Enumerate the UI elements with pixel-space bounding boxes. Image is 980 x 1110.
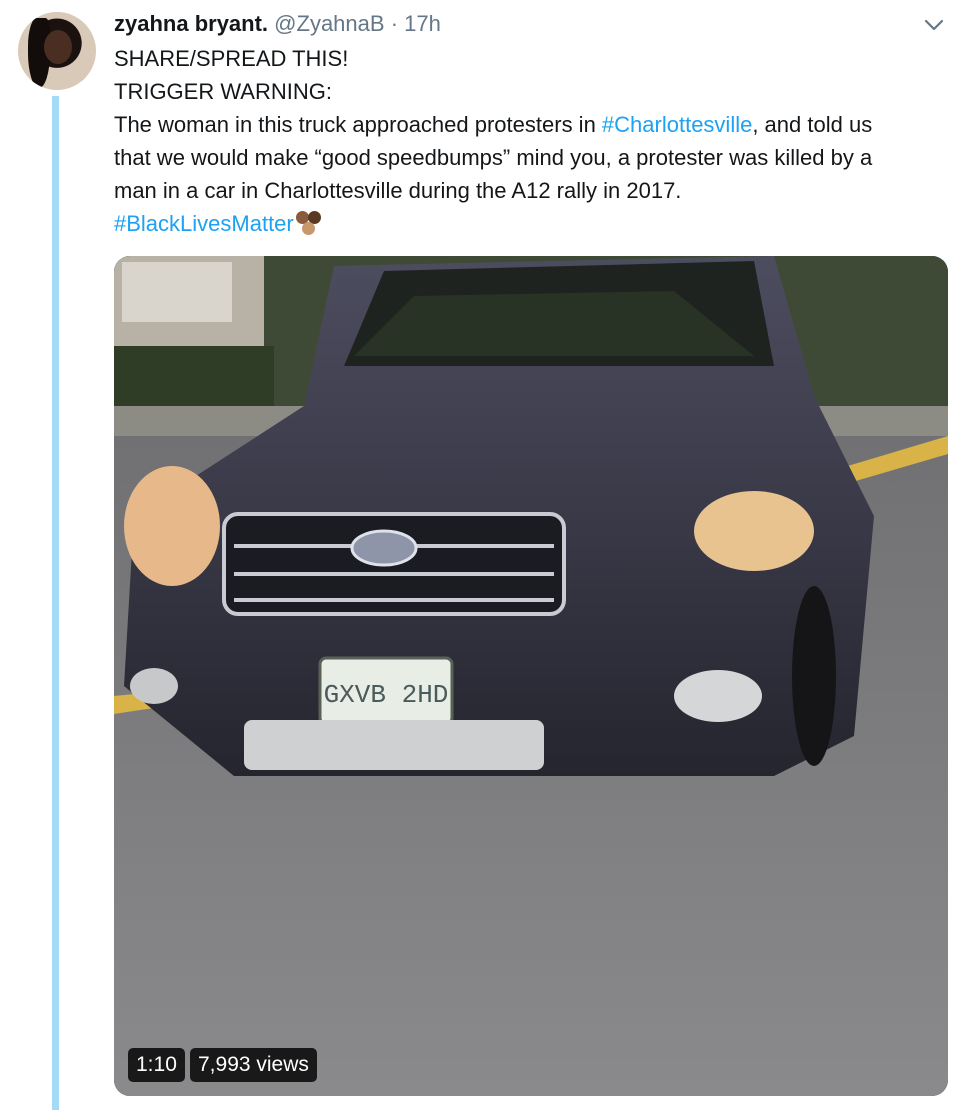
hashtag-blacklivesmatter[interactable]: #BlackLivesMatter <box>114 211 294 236</box>
tweet-line-3-end: , and told us <box>752 112 873 137</box>
tweet-header: zyahna bryant. @ZyahnaB · 17h <box>114 10 441 38</box>
video-views-badge: 7,993 views <box>190 1048 317 1082</box>
tweet-line-4: that we would make “good speedbumps” min… <box>114 145 873 170</box>
user-handle[interactable]: @ZyahnaB <box>274 11 384 36</box>
thread-line <box>52 96 59 1110</box>
chevron-down-icon[interactable] <box>923 14 945 36</box>
display-name[interactable]: zyahna bryant. <box>114 11 268 36</box>
separator-dot: · <box>390 11 399 36</box>
hashtag-charlottesville[interactable]: #Charlottesville <box>602 112 752 137</box>
video-player[interactable]: GXVB 2HD 1:10 7,993 views <box>114 256 948 1096</box>
timestamp[interactable]: 17h <box>404 11 441 36</box>
avatar[interactable] <box>18 12 96 90</box>
tweet-line-1: SHARE/SPREAD THIS! <box>114 46 349 71</box>
avatar-face <box>44 30 72 64</box>
tweet-text: SHARE/SPREAD THIS! TRIGGER WARNING: The … <box>114 42 954 240</box>
tweet-line-2: TRIGGER WARNING: <box>114 79 332 104</box>
video-duration-badge: 1:10 <box>128 1048 185 1082</box>
license-plate-text: GXVB 2HD <box>324 680 449 710</box>
tweet-line-6: #BlackLivesMatter <box>114 207 954 240</box>
video-frame: GXVB 2HD <box>114 256 948 1096</box>
raised-fists-emoji <box>294 209 324 237</box>
tweet-line-3: The woman in this truck approached prote… <box>114 108 954 141</box>
tweet-line-3-start: The woman in this truck approached prote… <box>114 112 602 137</box>
tweet-line-5: man in a car in Charlottesville during t… <box>114 178 682 203</box>
